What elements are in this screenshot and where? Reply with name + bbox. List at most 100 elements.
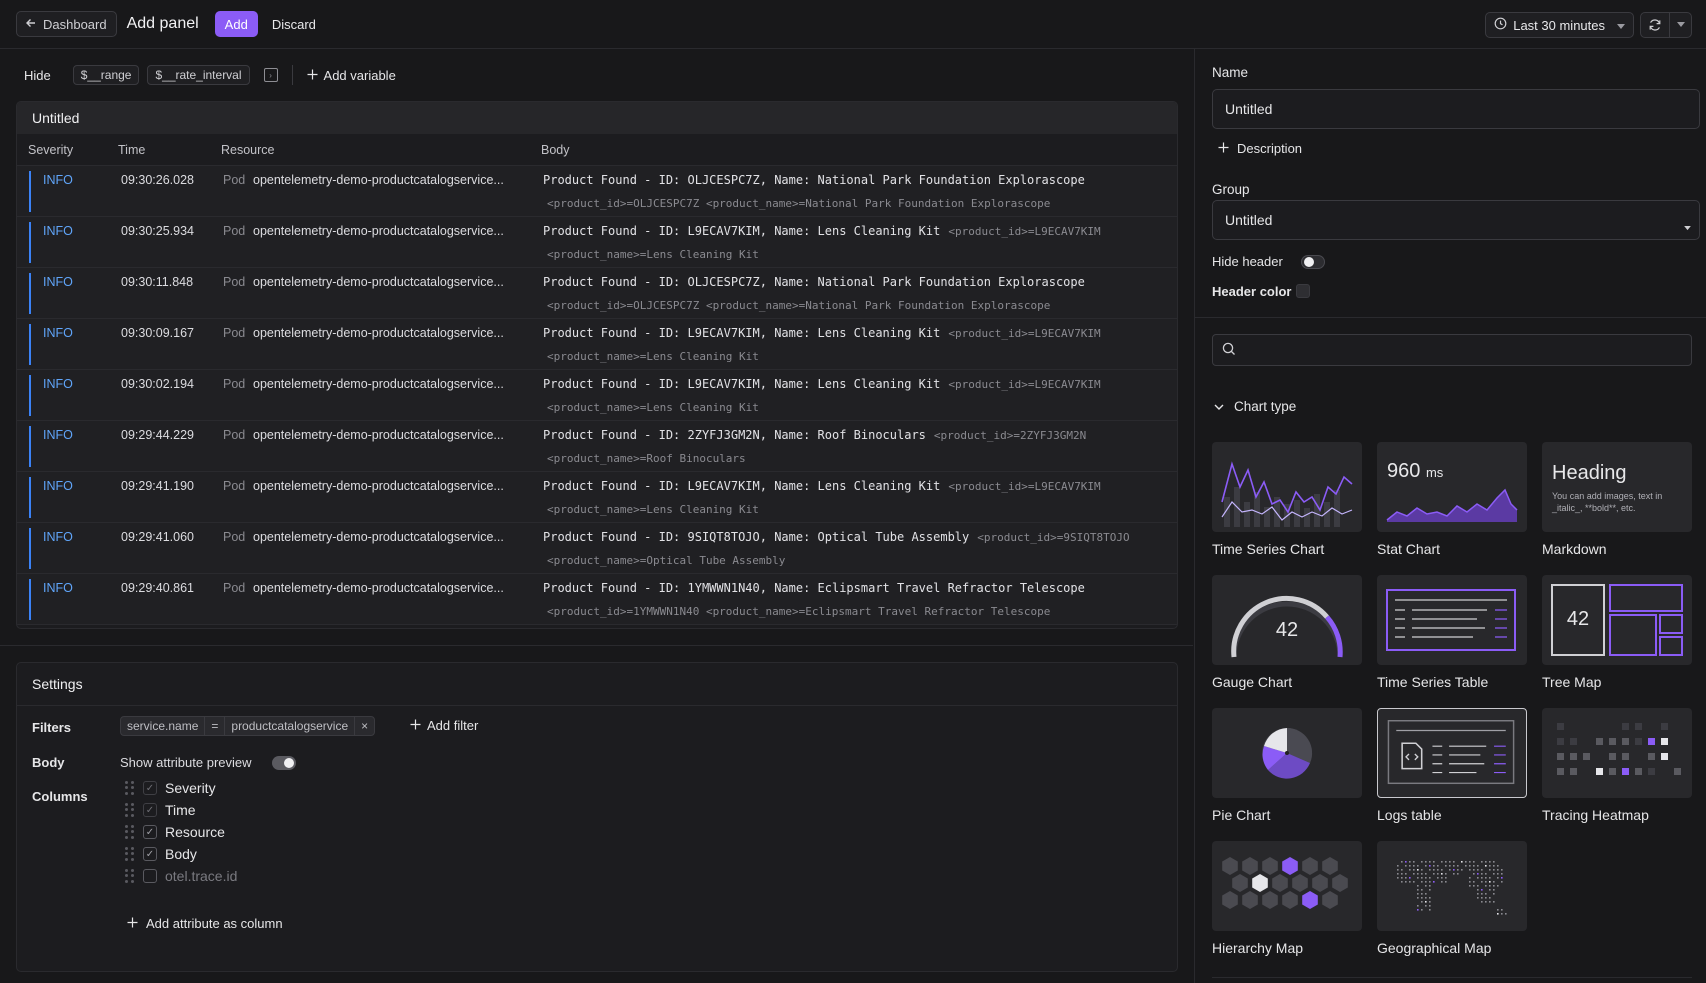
column-option[interactable]: otel.trace.id — [125, 868, 237, 884]
name-input[interactable]: Untitled — [1212, 89, 1700, 129]
table-row[interactable]: INFO 09:29:44.229 Pod opentelemetry-demo-pr… — [17, 421, 1177, 472]
table-row[interactable]: INFO 09:30:26.028 Pod opentelemetry-demo-pr… — [17, 166, 1177, 217]
table-row[interactable]: INFO 09:29:41.190 Pod opentelemetry-demo-pr… — [17, 472, 1177, 523]
add-button[interactable]: Add — [214, 11, 258, 37]
column-checkbox[interactable]: ✓ — [143, 781, 157, 795]
chart-card-stat[interactable]: 960 ms Stat Chart — [1377, 442, 1527, 557]
map-dot — [1425, 905, 1427, 907]
filter-chip[interactable]: service.name = productcatalogservice × — [120, 716, 376, 736]
heatmap-cell — [1557, 768, 1564, 775]
map-dot — [1473, 873, 1475, 875]
column-checkbox[interactable]: ✓ — [143, 803, 157, 817]
header-color-swatch[interactable] — [1296, 284, 1310, 298]
column-option[interactable]: ✓ Severity — [125, 780, 216, 796]
group-label: Group — [1212, 182, 1250, 197]
chart-search-input[interactable] — [1212, 334, 1692, 366]
chart-card-pie[interactable]: Pie Chart — [1212, 708, 1362, 823]
table-row[interactable]: INFO 09:30:09.167 Pod opentelemetry-demo-pr… — [17, 319, 1177, 370]
table-row[interactable]: INFO 09:29:40.861 Pod opentelemetry-demo-pr… — [17, 574, 1177, 625]
table-row[interactable]: INFO 09:30:25.934 Pod opentelemetry-demo-pr… — [17, 217, 1177, 268]
chart-name: Time Series Chart — [1212, 541, 1325, 557]
columns-label: Columns — [32, 789, 88, 804]
map-dot — [1477, 869, 1479, 871]
body-cell: Product Found - ID: 1YMWWN1N40, Name: Ec… — [543, 581, 1093, 595]
drag-handle-icon[interactable] — [125, 847, 135, 861]
column-header-resource[interactable]: Resource — [221, 143, 275, 157]
map-dot — [1441, 861, 1443, 863]
filter-value[interactable]: productcatalogservice — [225, 717, 356, 735]
column-option[interactable]: ✓ Time — [125, 802, 196, 818]
map-dot — [1481, 861, 1483, 863]
expand-panel-icon[interactable]: › — [263, 68, 278, 82]
drag-handle-icon[interactable] — [125, 825, 135, 839]
chart-card-time-series[interactable]: Time Series Chart — [1212, 442, 1362, 557]
variable-chip-range[interactable]: $__range — [72, 65, 140, 85]
map-dot — [1493, 889, 1495, 891]
chart-type-toggle[interactable]: Chart type — [1214, 399, 1296, 414]
hide-variables-button[interactable]: Hide — [24, 68, 51, 83]
add-attribute-column-button[interactable]: Add attribute as column — [127, 916, 283, 931]
map-dot — [1397, 869, 1399, 871]
discard-button[interactable]: Discard — [272, 17, 316, 32]
severity-cell: INFO — [43, 530, 73, 544]
map-dot — [1453, 873, 1455, 875]
panel-title: Untitled — [17, 102, 1177, 134]
chart-card-hierarchy-map[interactable]: Hierarchy Map — [1212, 841, 1362, 956]
map-dot — [1493, 901, 1495, 903]
map-dot — [1445, 873, 1447, 875]
severity-indicator — [29, 579, 31, 620]
map-dot — [1461, 861, 1463, 863]
filter-operator[interactable]: = — [205, 717, 226, 735]
chart-card-markdown[interactable]: Heading You can add images, text in _ita… — [1542, 442, 1692, 557]
map-dot — [1481, 893, 1483, 895]
column-header-body[interactable]: Body — [541, 143, 570, 157]
time-range-picker[interactable]: Last 30 minutes — [1485, 12, 1634, 38]
add-description-button[interactable]: Description — [1218, 141, 1302, 156]
drag-handle-icon[interactable] — [125, 781, 135, 795]
refresh-interval-caret-icon[interactable] — [1669, 13, 1691, 37]
chart-card-geographical-map[interactable]: Geographical Map — [1377, 841, 1527, 956]
table-row[interactable]: INFO 09:29:41.060 Pod opentelemetry-demo-pr… — [17, 523, 1177, 574]
map-dot — [1413, 865, 1415, 867]
body-attribute-inline: <product_id>=L9ECAV7KIM — [948, 225, 1101, 238]
severity-indicator — [29, 528, 31, 569]
column-header-time[interactable]: Time — [118, 143, 145, 157]
chart-card-tree-map[interactable]: 42 Tree Map — [1542, 575, 1692, 690]
variable-chip-rate-interval[interactable]: $__rate_interval — [147, 65, 250, 85]
attribute-preview-toggle[interactable] — [271, 755, 296, 770]
drag-handle-icon[interactable] — [125, 869, 135, 883]
severity-indicator — [29, 273, 31, 314]
table-row[interactable]: INFO 09:30:02.194 Pod opentelemetry-demo-pr… — [17, 370, 1177, 421]
body-cell: Product Found - ID: 2ZYFJ3GM2N, Name: Ro… — [543, 428, 1086, 442]
remove-filter-icon[interactable]: × — [355, 717, 374, 735]
panel-options-sidebar: Name Untitled Description Group Untitled… — [1194, 49, 1706, 983]
map-dot — [1433, 873, 1435, 875]
group-select[interactable]: Untitled — [1212, 200, 1700, 240]
column-option[interactable]: ✓ Resource — [125, 824, 225, 840]
markdown-text: You can add images, text in _italic_, **… — [1552, 491, 1663, 513]
add-filter-button[interactable]: Add filter — [410, 718, 478, 733]
column-option[interactable]: ✓ Body — [125, 846, 197, 862]
chart-card-gauge[interactable]: 42 Gauge Chart — [1212, 575, 1362, 690]
map-dot — [1417, 897, 1419, 899]
chart-card-tracing-heatmap[interactable]: Tracing Heatmap — [1542, 708, 1692, 823]
time-cell: 09:29:44.229 — [121, 428, 194, 442]
chart-card-logs-table[interactable]: Logs table — [1377, 708, 1527, 823]
heatmap-cell — [1596, 738, 1603, 745]
resource-cell: opentelemetry-demo-productcatalogservice… — [253, 173, 504, 187]
chart-name: Stat Chart — [1377, 541, 1441, 557]
column-header-severity[interactable]: Severity — [28, 143, 73, 157]
map-dot — [1425, 893, 1427, 895]
refresh-icon[interactable] — [1641, 13, 1669, 37]
chart-card-time-series-table[interactable]: Time Series Table — [1377, 575, 1527, 690]
column-checkbox[interactable]: ✓ — [143, 847, 157, 861]
filter-key[interactable]: service.name — [121, 717, 206, 735]
column-checkbox[interactable] — [143, 869, 157, 883]
back-to-dashboard-button[interactable]: Dashboard — [16, 11, 117, 37]
table-row[interactable]: INFO 09:30:11.848 Pod opentelemetry-demo-pr… — [17, 268, 1177, 319]
hide-header-toggle[interactable] — [1301, 255, 1325, 269]
map-dot — [1433, 865, 1435, 867]
add-variable-button[interactable]: Add variable — [307, 68, 396, 83]
column-checkbox[interactable]: ✓ — [143, 825, 157, 839]
drag-handle-icon[interactable] — [125, 803, 135, 817]
